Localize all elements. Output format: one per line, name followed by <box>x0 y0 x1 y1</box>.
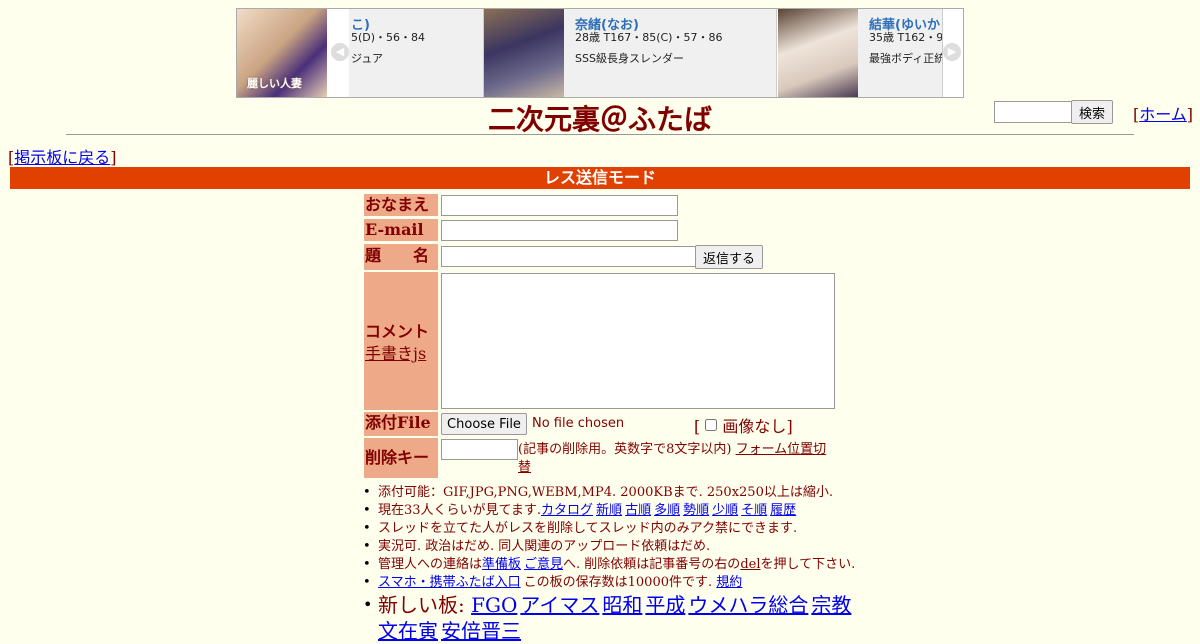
divider <box>66 134 1134 135</box>
list-item: スレッドを立てた人がレスを削除してスレッド内のみアク禁にできます. <box>363 520 878 538</box>
home-link-wrap: [ホーム] <box>1133 105 1194 124</box>
new-boards-label: 新しい板: <box>378 593 465 617</box>
board-rules-text: 実況可. 政治はだめ. 同人関連のアップロード依頼はだめ. <box>378 539 711 554</box>
ad-card[interactable]: こ) 5(D)・56・84 ジュア <box>349 9 484 97</box>
no-image-option: [ 画像なし] <box>694 417 793 436</box>
sort-few-link[interactable]: 少順 <box>712 503 738 518</box>
board-link-fgo[interactable]: FGO <box>471 593 517 617</box>
handwriting-link[interactable]: 手書きjs <box>365 340 426 364</box>
name-field[interactable] <box>441 195 678 216</box>
mode-banner: レス送信モード <box>10 167 1190 189</box>
board-link-showa[interactable]: 昭和 <box>602 593 642 617</box>
name-label: おなまえ <box>364 194 438 216</box>
choose-file-button[interactable]: Choose File <box>441 413 527 435</box>
email-field[interactable] <box>441 220 678 241</box>
list-item: 添付可能：GIF,JPG,PNG,WEBM,MP4. 2000KBまで. 250… <box>363 484 878 502</box>
delete-key-note-wrap: (記事の削除用。英数字で8文字以内) フォーム位置切替 <box>518 441 828 477</box>
ad-logo-image[interactable]: 麗しい人妻 <box>237 9 327 97</box>
feedback-link[interactable]: ご意見 <box>524 557 563 572</box>
file-status: No file chosen <box>532 416 625 431</box>
search-input[interactable] <box>994 101 1075 123</box>
sort-other-link[interactable]: そ順 <box>741 503 767 518</box>
catalog-link[interactable]: カタログ <box>541 503 593 518</box>
upload-info-text: 添付可能：GIF,JPG,PNG,WEBM,MP4. 2000KBまで. 250… <box>378 485 833 500</box>
history-link[interactable]: 履歴 <box>770 503 796 518</box>
subject-label: 題 名 <box>364 244 438 270</box>
board-link-umehara[interactable]: ウメハラ総合 <box>688 593 808 617</box>
delete-key-field[interactable] <box>441 439 518 460</box>
ad-logo-text: 麗しい人妻 <box>247 77 302 90</box>
delete-request-text: へ. 削除依頼は記事番号の右の <box>563 557 741 572</box>
subject-field[interactable] <box>441 246 696 267</box>
viewer-count-text: 現在33人くらいが見てます. <box>378 503 542 518</box>
board-link-moon[interactable]: 文在寅 <box>378 619 438 643</box>
list-item: 現在33人くらいが見てます.カタログ新順古順多順勢順少順そ順履歴 <box>363 502 878 520</box>
ad-card-photo[interactable] <box>484 9 564 97</box>
board-link-abe[interactable]: 安倍晋三 <box>441 619 521 643</box>
list-item: 実況可. 政治はだめ. 同人関連のアップロード依頼はだめ. <box>363 538 878 556</box>
home-link[interactable]: ホーム <box>1139 105 1187 124</box>
mobile-entrance-link[interactable]: スマホ・携帯ふたば入口 <box>378 575 521 590</box>
comment-label: コメント <box>365 322 430 341</box>
sort-many-link[interactable]: 多順 <box>654 503 680 518</box>
attach-label: 添付File <box>364 412 438 436</box>
delete-key-note: (記事の削除用。英数字で8文字以内) <box>518 442 732 457</box>
list-item: 管理人への連絡は準備板ご意見へ. 削除依頼は記事番号の右のdelを押して下さい. <box>363 556 878 574</box>
ad-card[interactable]: 結華(ゆいか 35歳 T162・9 最強ボディ正統 <box>778 9 943 97</box>
comment-textarea[interactable] <box>441 273 835 409</box>
contact-text: 管理人への連絡は <box>378 557 483 572</box>
reply-submit-button[interactable]: 返信する <box>695 245 763 269</box>
ad-card-spec: 35歳 T162・9 <box>869 31 943 44</box>
ad-card-spec: 5(D)・56・84 <box>351 31 426 44</box>
del-link[interactable]: del <box>740 557 760 572</box>
back-link-wrap: [掲示板に戻る] <box>8 148 117 167</box>
board-link-heisei[interactable]: 平成 <box>645 593 685 617</box>
no-image-checkbox[interactable] <box>705 419 718 431</box>
list-item: 新しい板: FGOアイマス昭和平成ウメハラ総合宗教 <box>363 592 878 618</box>
ad-card-spec: 28歳 T167・85(C)・57・86 <box>575 31 723 44</box>
delete-key-label: 削除キー <box>364 438 438 478</box>
search-button[interactable]: 検索 <box>1071 100 1113 124</box>
list-item-continued: 文在寅 安倍晋三 <box>378 618 878 644</box>
storage-count-text: この板の保存数は10000件です. <box>523 575 713 590</box>
board-link-imas[interactable]: アイマス <box>520 593 599 617</box>
chevron-right-icon[interactable]: ▶ <box>943 43 961 61</box>
ad-card-photo[interactable] <box>778 9 858 97</box>
ad-card-desc: SSS級長身スレンダー <box>575 52 684 65</box>
thread-ban-info-text: スレッドを立てた人がレスを削除してスレッド内のみアク禁にできます. <box>378 521 798 536</box>
list-item: スマホ・携帯ふたば入口この板の保存数は10000件です. 規約 <box>363 574 878 592</box>
sort-new-link[interactable]: 新順 <box>596 503 622 518</box>
email-label: E-mail <box>364 219 438 241</box>
info-list: 添付可能：GIF,JPG,PNG,WEBM,MP4. 2000KBまで. 250… <box>363 484 878 644</box>
board-link-religion[interactable]: 宗教 <box>811 593 851 617</box>
terms-link[interactable]: 規約 <box>716 575 742 590</box>
sort-momentum-link[interactable]: 勢順 <box>683 503 709 518</box>
ad-card[interactable]: 奈緒(なお) 28歳 T167・85(C)・57・86 SSS級長身スレンダー <box>484 9 777 97</box>
no-image-label: 画像なし <box>722 417 787 436</box>
prep-board-link[interactable]: 準備板 <box>482 557 521 572</box>
ad-banner[interactable]: 麗しい人妻 ◀ こ) 5(D)・56・84 ジュア 奈緒(なお) 28歳 T16… <box>236 8 964 98</box>
sort-old-link[interactable]: 古順 <box>625 503 651 518</box>
comment-label-cell: コメント 手書きjs <box>364 272 438 410</box>
ad-card-desc: 最強ボディ正統 <box>869 52 943 65</box>
chevron-left-icon[interactable]: ◀ <box>331 43 349 61</box>
back-to-board-link[interactable]: 掲示板に戻る <box>14 148 110 167</box>
ad-card-desc: ジュア <box>351 52 384 65</box>
delete-request-suffix: を押して下さい. <box>760 557 856 572</box>
